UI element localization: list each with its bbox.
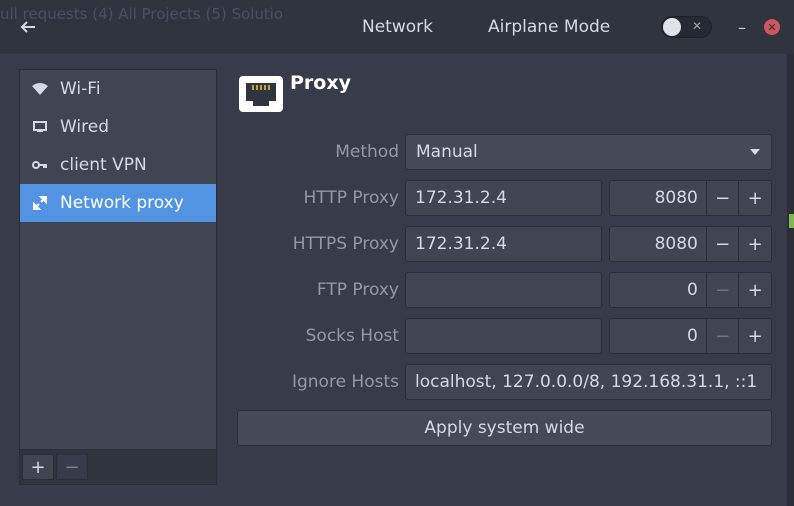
background-window-edge [787, 54, 794, 506]
socks-port-increment-button[interactable]: + [738, 319, 771, 353]
ftp-port-increment-button[interactable]: + [738, 273, 771, 307]
http-proxy-host-input[interactable]: 172.31.2.4 [405, 180, 602, 216]
sidebar-item-label: Wi-Fi [60, 79, 101, 99]
ftp-proxy-label: FTP Proxy [316, 280, 399, 300]
chevron-down-icon [750, 149, 760, 155]
socks-port-decrement-button[interactable]: − [705, 319, 739, 353]
airplane-mode-toggle[interactable]: ✕ [661, 16, 712, 38]
socks-port-stepper: 0 − + [609, 318, 772, 354]
back-button[interactable] [14, 14, 42, 40]
sidebar-item-wifi[interactable]: Wi-Fi [20, 70, 216, 108]
ftp-proxy-host-input[interactable] [405, 272, 602, 308]
titlebar: ull requests (4) All Projects (5) Soluti… [0, 0, 794, 54]
ignore-hosts-label: Ignore Hosts [291, 372, 399, 392]
toggle-off-icon: ✕ [691, 19, 702, 33]
background-window-marker [789, 214, 794, 228]
ftp-proxy-port-input[interactable]: 0 [610, 273, 706, 307]
https-port-increment-button[interactable]: + [738, 227, 771, 261]
network-settings-window: ull requests (4) All Projects (5) Soluti… [0, 0, 794, 506]
http-proxy-port-stepper: 8080 − + [609, 180, 772, 216]
sidebar-item-label: Network proxy [60, 193, 184, 213]
airplane-mode-label: Airplane Mode [488, 17, 611, 37]
method-label: Method [335, 142, 399, 162]
toggle-knob [663, 18, 681, 36]
sidebar-item-client-vpn[interactable]: client VPN [20, 146, 216, 184]
ftp-proxy-port-stepper: 0 − + [609, 272, 772, 308]
background-window-text: ull requests (4) All Projects (5) Soluti… [0, 5, 284, 23]
minimize-button[interactable]: – [733, 14, 751, 40]
ethernet-port-icon [238, 73, 284, 113]
remove-connection-button[interactable]: − [56, 454, 88, 480]
connections-sidebar: Wi-Fi Wired client VPN Network proxy + − [19, 69, 217, 485]
http-proxy-port-input[interactable]: 8080 [610, 181, 706, 215]
wired-icon [20, 121, 60, 133]
ignore-hosts-input[interactable]: localhost, 127.0.0.0/8, 192.168.31.1, ::… [405, 364, 772, 400]
https-proxy-label: HTTPS Proxy [292, 234, 399, 254]
https-proxy-host-input[interactable]: 172.31.2.4 [405, 226, 602, 262]
http-port-increment-button[interactable]: + [738, 181, 771, 215]
sidebar-item-label: Wired [60, 117, 110, 137]
apply-system-wide-button[interactable]: Apply system wide [237, 410, 772, 446]
https-port-decrement-button[interactable]: − [705, 227, 739, 261]
sidebar-item-wired[interactable]: Wired [20, 108, 216, 146]
close-button[interactable]: ✕ [764, 19, 780, 35]
add-connection-button[interactable]: + [22, 454, 54, 480]
arrow-left-icon [20, 21, 35, 33]
socks-host-label: Socks Host [305, 326, 399, 346]
ftp-port-decrement-button[interactable]: − [705, 273, 739, 307]
sidebar-item-network-proxy[interactable]: Network proxy [20, 184, 216, 222]
https-proxy-port-stepper: 8080 − + [609, 226, 772, 262]
wifi-icon [20, 83, 60, 95]
network-proxy-icon [20, 195, 60, 211]
page-title: Proxy [290, 72, 351, 94]
http-port-decrement-button[interactable]: − [705, 181, 739, 215]
method-dropdown[interactable]: Manual [405, 134, 772, 170]
https-proxy-port-input[interactable]: 8080 [610, 227, 706, 261]
socks-port-input[interactable]: 0 [610, 319, 706, 353]
sidebar-item-label: client VPN [60, 155, 147, 175]
socks-host-input[interactable] [405, 318, 602, 354]
sidebar-toolbar: + − [20, 449, 216, 484]
http-proxy-label: HTTP Proxy [303, 188, 399, 208]
window-title: Network [362, 17, 433, 37]
method-value: Manual [416, 142, 478, 162]
vpn-key-icon [20, 160, 60, 170]
